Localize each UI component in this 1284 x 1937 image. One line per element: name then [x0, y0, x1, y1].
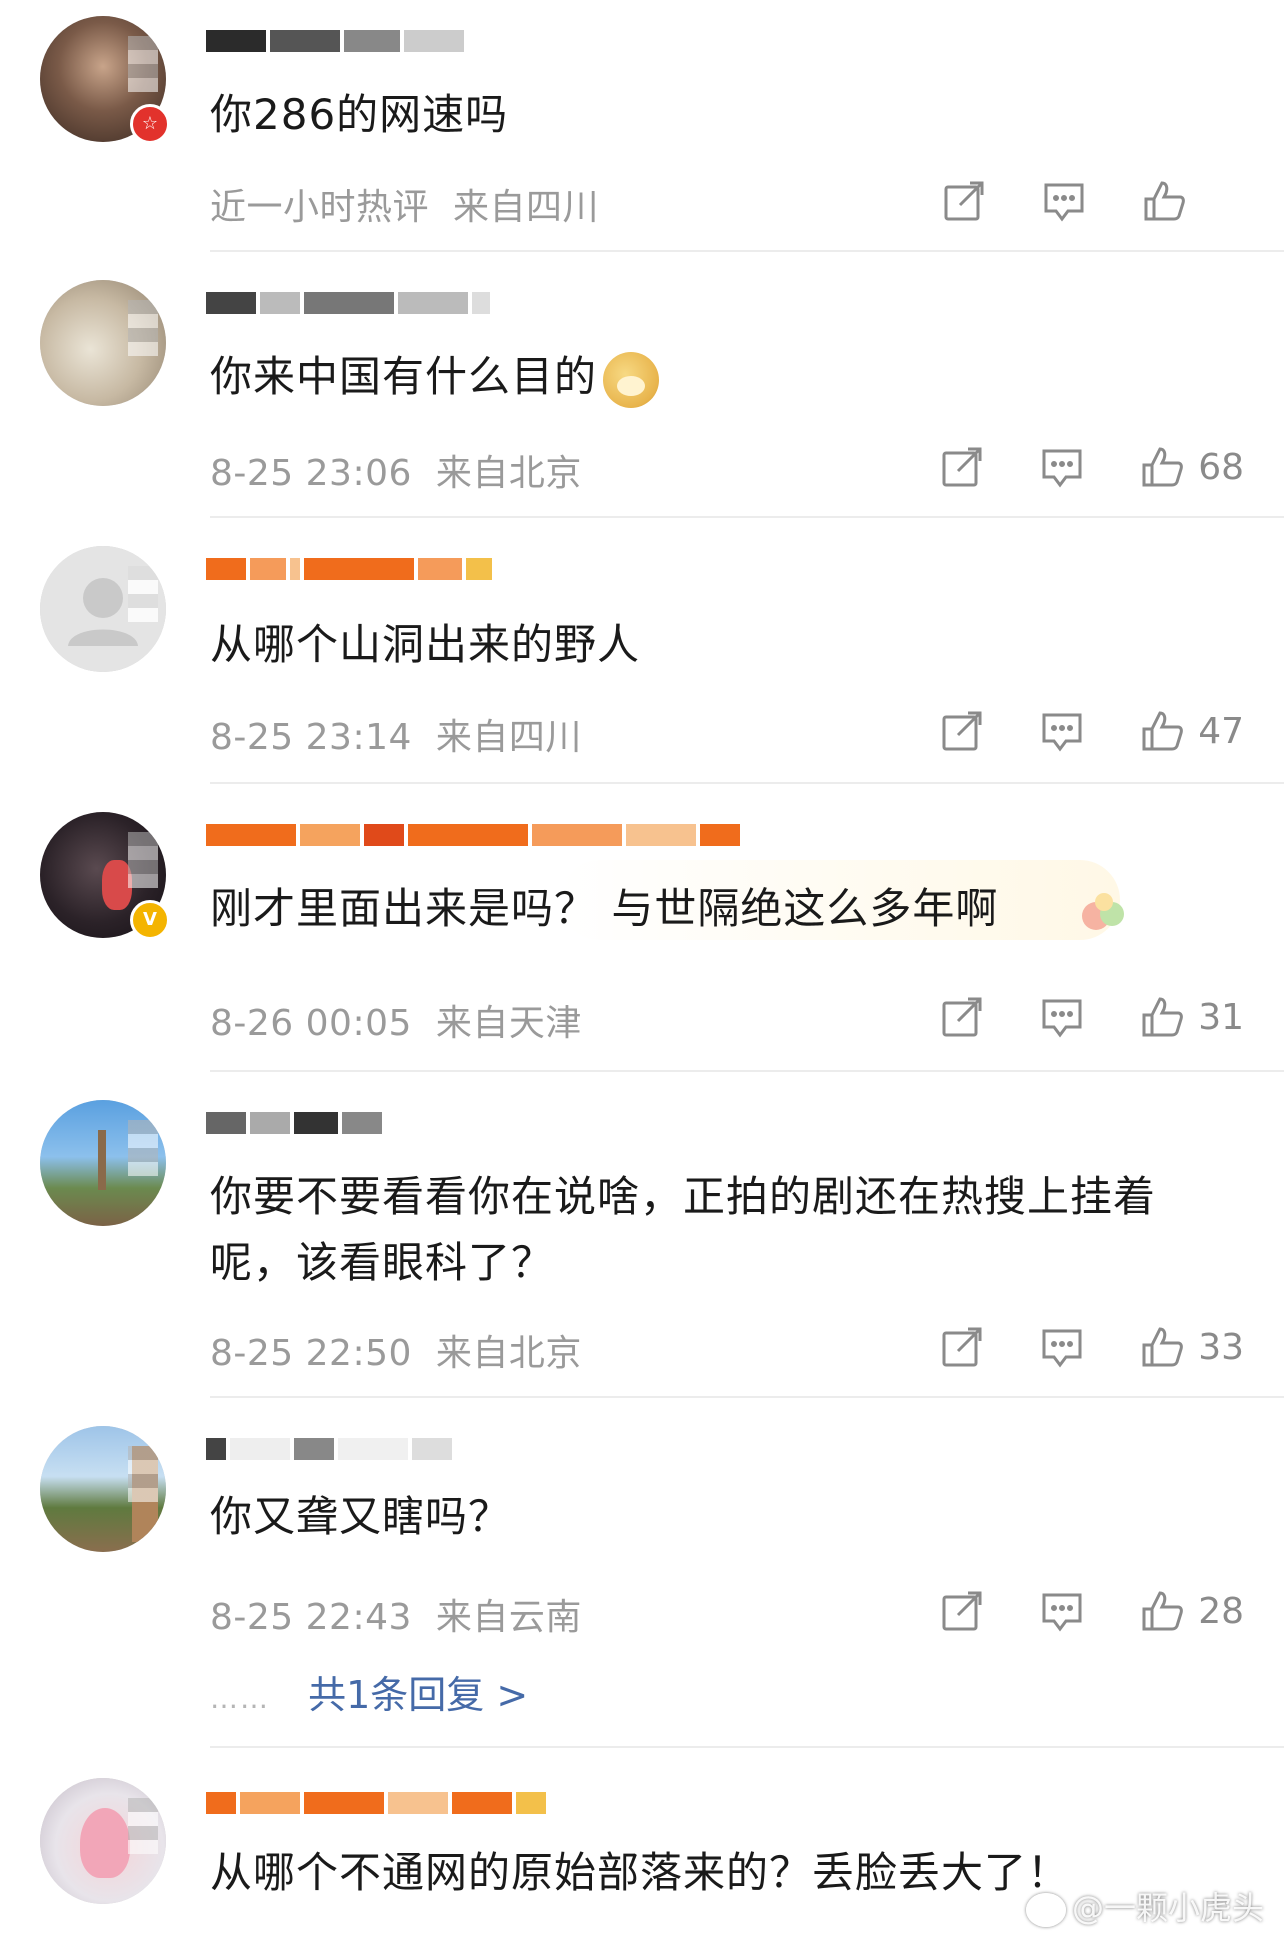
- comment-icon[interactable]: [1040, 709, 1084, 753]
- like-count: 33: [1198, 1326, 1244, 1368]
- comment-icon[interactable]: [1042, 179, 1086, 223]
- username-redacted: [206, 292, 506, 326]
- comment-meta: 近一小时热评 来自四川: [210, 178, 599, 230]
- comment-meta: 8-25 23:06 来自北京: [210, 444, 582, 496]
- divider: [210, 1070, 1284, 1072]
- replies-label: 共1条回复 >: [308, 1673, 529, 1717]
- like-count: 31: [1198, 996, 1244, 1038]
- username-redacted: [206, 558, 506, 592]
- view-replies-link[interactable]: …… 共1条回复 >: [210, 1664, 528, 1719]
- comment-time: 8-26 00:05: [210, 1003, 412, 1044]
- divider: [210, 1396, 1284, 1398]
- share-icon[interactable]: [940, 995, 984, 1039]
- avatar[interactable]: [40, 280, 166, 406]
- comment-text: 从哪个山洞出来的野人: [210, 620, 641, 669]
- username-redacted: [206, 824, 806, 858]
- comment-meta: 8-26 00:05 来自天津: [210, 994, 582, 1046]
- share-icon[interactable]: [942, 179, 986, 223]
- comment-icon[interactable]: [1040, 1325, 1084, 1369]
- username-redacted: [206, 30, 506, 64]
- username-redacted: [206, 1438, 506, 1472]
- divider: [210, 516, 1284, 518]
- comment-time: 8-25 22:50: [210, 1333, 412, 1374]
- avatar[interactable]: [40, 1778, 166, 1904]
- thumbs-up-icon[interactable]: [1140, 995, 1184, 1039]
- avatar[interactable]: [40, 546, 166, 672]
- weibo-logo-icon: [1025, 1893, 1066, 1927]
- comment-meta: 8-25 22:50 来自北京: [210, 1324, 582, 1376]
- comment-text: 你又聋又瞎吗？: [210, 1492, 512, 1541]
- comment-location: 来自北京: [435, 453, 582, 494]
- verified-badge-icon: ☆: [130, 104, 170, 144]
- comment-location: 来自四川: [452, 187, 599, 228]
- username-redacted: [206, 1792, 766, 1826]
- share-icon[interactable]: [940, 1589, 984, 1633]
- share-icon[interactable]: [940, 445, 984, 489]
- comment-meta: 8-25 22:43 来自云南: [210, 1588, 582, 1640]
- username-redacted: [206, 1112, 506, 1146]
- like-count: 68: [1198, 446, 1244, 488]
- share-icon[interactable]: [940, 709, 984, 753]
- divider: [210, 250, 1284, 252]
- watermark-text: @一颗小虎头: [1071, 1889, 1264, 1927]
- comment-actions: 31: [884, 992, 1244, 1042]
- comment-time: 8-25 23:06: [210, 453, 412, 494]
- divider: [210, 1746, 1284, 1748]
- comment-location: 来自四川: [435, 717, 582, 758]
- comment-text-body: 你来中国有什么目的: [210, 352, 598, 401]
- watermark: @一颗小虎头: [1025, 1883, 1264, 1929]
- comment-actions: 68: [884, 442, 1244, 492]
- share-icon[interactable]: [940, 1325, 984, 1369]
- comment-meta: 8-25 23:14 来自四川: [210, 708, 582, 760]
- like-count: 47: [1198, 710, 1244, 752]
- comment-time: 8-25 22:43: [210, 1597, 412, 1638]
- comment-text: 你要不要看看你在说啥，正拍的剧还在热搜上挂着呢，该看眼科了？: [210, 1172, 1157, 1287]
- comment-icon[interactable]: [1040, 1589, 1084, 1633]
- comment-actions: [886, 176, 1244, 226]
- doge-emoji-icon: [603, 351, 660, 408]
- thumbs-up-icon[interactable]: [1140, 1325, 1184, 1369]
- comment-text: 你来中国有什么目的: [210, 344, 1210, 410]
- comment-actions: 47: [884, 706, 1244, 756]
- verified-v-badge-icon: V: [130, 900, 170, 940]
- comment-text: 你286的网速吗: [210, 90, 509, 139]
- divider: [210, 782, 1284, 784]
- comment-actions: 33: [884, 1322, 1244, 1372]
- comment-location: 来自云南: [435, 1597, 582, 1638]
- comment-location: 来自北京: [435, 1333, 582, 1374]
- comment-text: 刚才里面出来是吗？ 与世隔绝这么多年啊: [210, 884, 999, 933]
- comment-time: 近一小时热评: [210, 187, 430, 228]
- comment-location: 来自天津: [435, 1003, 582, 1044]
- comment-icon[interactable]: [1040, 445, 1084, 489]
- comment-actions: 28: [884, 1586, 1244, 1636]
- thumbs-up-icon[interactable]: [1140, 445, 1184, 489]
- avatar[interactable]: [40, 1426, 166, 1552]
- thumbs-up-icon[interactable]: [1142, 179, 1186, 223]
- comment-time: 8-25 23:14: [210, 717, 412, 758]
- thumbs-up-icon[interactable]: [1140, 709, 1184, 753]
- replies-dots: ……: [210, 1682, 270, 1715]
- comment-icon[interactable]: [1040, 995, 1084, 1039]
- avatar[interactable]: [40, 1100, 166, 1226]
- thumbs-up-icon[interactable]: [1140, 1589, 1184, 1633]
- like-count: 28: [1198, 1590, 1244, 1632]
